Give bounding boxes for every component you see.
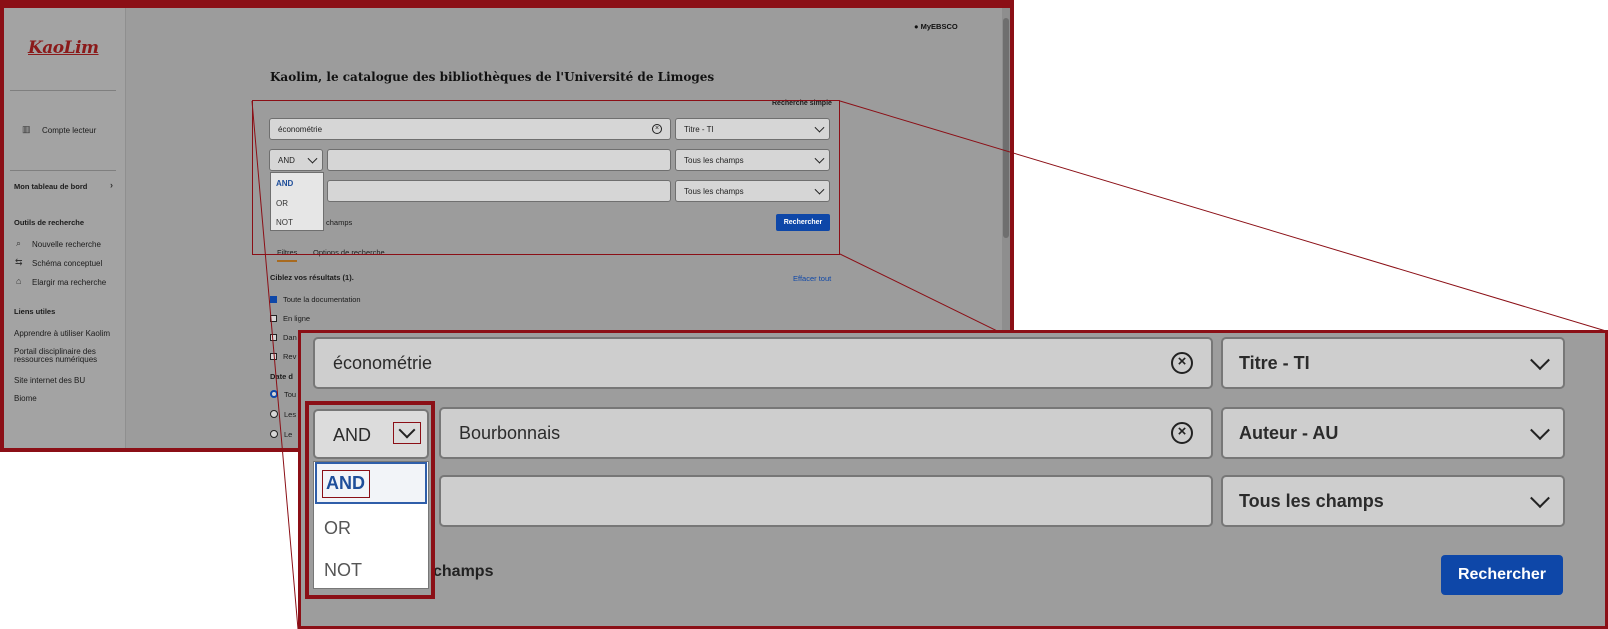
sidebar-links-heading: Liens utiles (14, 307, 56, 316)
sidebar-link-portal[interactable]: Portail disciplinaire des ressources num… (14, 348, 109, 364)
sidebar-tools-heading: Outils de recherche (14, 218, 85, 227)
search-icon: ⌕ (16, 238, 22, 248)
zoom-region-outline (252, 100, 840, 255)
chevron-right-icon: › (110, 180, 113, 190)
clear-all-link[interactable]: Effacer tout (793, 274, 831, 283)
sidebar-item-concept-map[interactable]: Schéma conceptuel (32, 259, 102, 268)
page-title: Kaolim, le catalogue des bibliothèques d… (270, 70, 715, 84)
checkbox-label: Rev (283, 352, 297, 361)
sidebar: KaoLim ▥ Compte lecteur Mon tableau de b… (4, 8, 126, 448)
radio-label: Les (284, 410, 297, 419)
radio-date-option[interactable] (270, 410, 278, 418)
checkbox-online[interactable] (270, 315, 277, 322)
library-card-icon: ▥ (22, 124, 31, 134)
field-select-1[interactable]: Titre - TI (1221, 337, 1565, 389)
sidebar-divider (10, 90, 116, 91)
chevron-down-icon (1530, 420, 1550, 441)
radio-date-option[interactable] (270, 430, 278, 438)
sidebar-item-account[interactable]: Compte lecteur (42, 126, 96, 135)
chevron-down-icon (1530, 350, 1550, 371)
sidebar-link-bu-site[interactable]: Site internet des BU (14, 376, 85, 385)
sidebar-divider (10, 170, 116, 171)
checkbox-all-documents[interactable] (270, 296, 277, 303)
library-icon: ⌂ (16, 276, 22, 286)
scrollbar-thumb[interactable] (1003, 18, 1009, 238)
concept-map-icon: ⇆ (15, 257, 23, 267)
results-heading: Ciblez vos résultats (1). (270, 273, 354, 282)
sidebar-link-biome[interactable]: Biome (14, 394, 37, 403)
radio-all-dates[interactable] (270, 390, 278, 398)
search-button[interactable]: Rechercher (1441, 555, 1563, 595)
checkbox-label: Dan (283, 333, 297, 342)
checkbox-in-library[interactable] (270, 334, 277, 341)
zoomed-detail-view: économétrie × Titre - TI AND Bourbonnais… (298, 330, 1608, 629)
field-select-3[interactable]: Tous les champs (1221, 475, 1565, 527)
sidebar-item-broaden-search[interactable]: Elargir ma recherche (32, 278, 106, 287)
radio-label: Le (284, 430, 293, 439)
radio-label: Tou (284, 390, 297, 399)
field-select-2[interactable]: Auteur - AU (1221, 407, 1565, 459)
add-fields-link[interactable]: champs (433, 563, 493, 581)
search-term-input-1[interactable]: économétrie × (313, 337, 1213, 389)
user-circle-icon: ● (914, 22, 921, 31)
clear-icon[interactable]: × (1171, 422, 1193, 444)
search-term-input-3[interactable] (439, 475, 1213, 527)
sidebar-link-learn[interactable]: Apprendre à utiliser Kaolim (14, 329, 110, 338)
myebsco-link[interactable]: ● MyEBSCO (914, 22, 958, 31)
checkbox-label: En ligne (283, 314, 311, 323)
chevron-down-icon (1530, 488, 1550, 509)
checkbox-label: Toute la documentation (283, 295, 361, 304)
sidebar-item-new-search[interactable]: Nouvelle recherche (32, 240, 101, 249)
operator-highlight-frame (305, 401, 435, 599)
date-heading: Date d (270, 372, 293, 381)
kaolim-logo[interactable]: KaoLim (28, 38, 99, 58)
clear-icon[interactable]: × (1171, 352, 1193, 374)
sidebar-item-dashboard[interactable]: Mon tableau de bord (14, 182, 87, 191)
search-term-input-2[interactable]: Bourbonnais × (439, 407, 1213, 459)
checkbox-journals[interactable] (270, 353, 277, 360)
